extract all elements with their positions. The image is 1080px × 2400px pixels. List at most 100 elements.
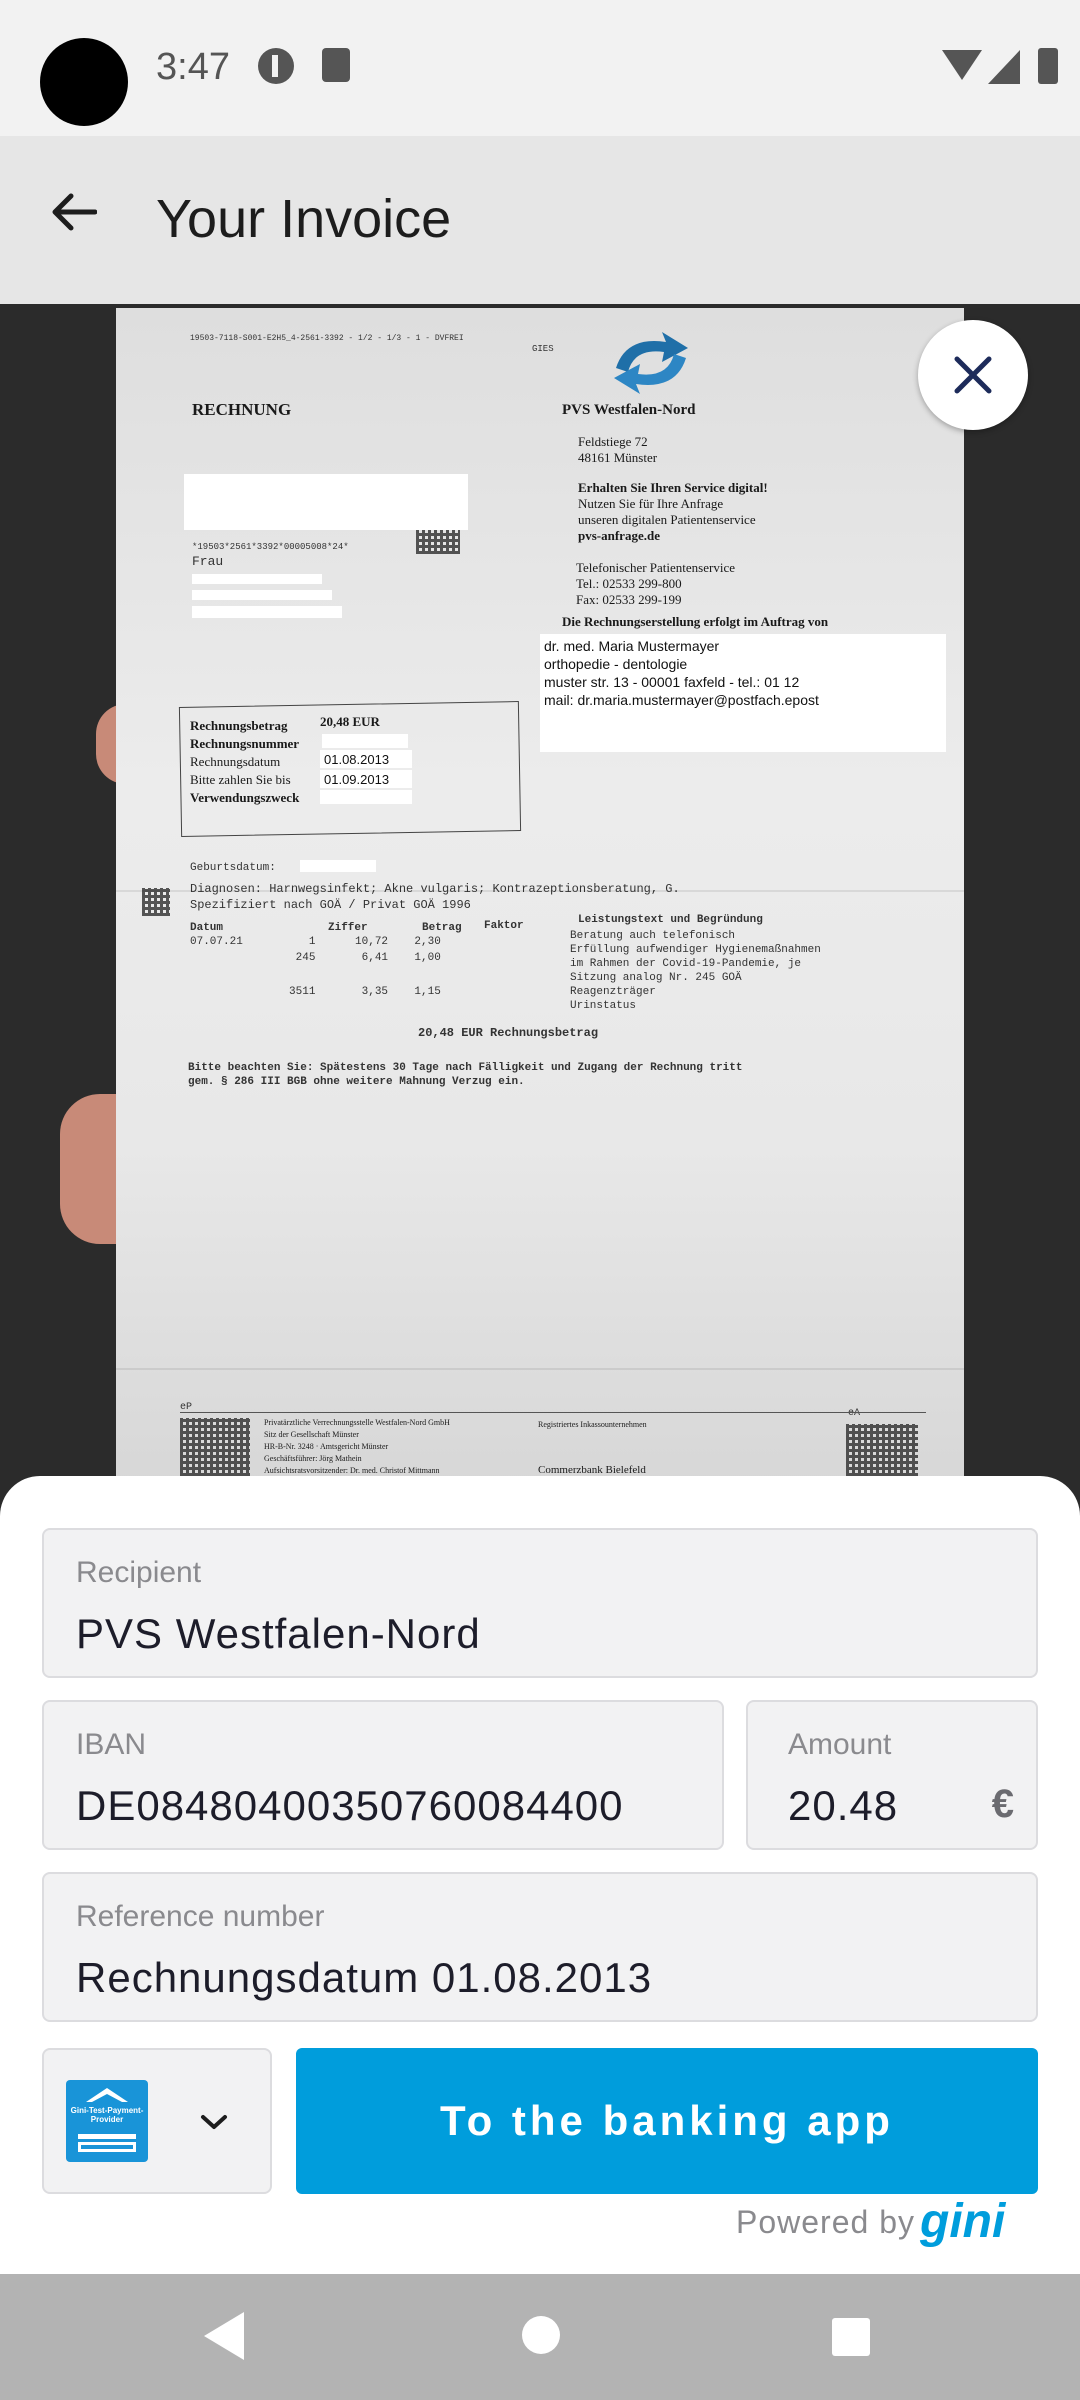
reference-value: Rechnungsdatum 01.08.2013	[76, 1954, 653, 2001]
doc-street: Feldstiege 72	[578, 434, 648, 449]
doc-betrag-label: Rechnungsbetrag	[190, 718, 288, 733]
doc-geburtsdatum: Geburtsdatum:	[190, 862, 276, 874]
amount-field[interactable]: Amount 20.48 €	[746, 1700, 1038, 1850]
doc-row-2: 245 6,41 1,00	[190, 952, 441, 964]
nav-recents-button[interactable]	[832, 2318, 870, 2356]
bank-provider-select[interactable]: Gini-Test-Payment-Provider	[42, 2048, 272, 2194]
amount-value: 20.48	[788, 1782, 899, 1829]
close-icon	[954, 356, 992, 394]
currency-symbol: €	[991, 1782, 1014, 1826]
doc-notice-1: Bitte beachten Sie: Spätestens 30 Tage n…	[188, 1062, 743, 1074]
doc-doctor-name: dr. med. Maria Mustermayer	[544, 638, 720, 654]
invoice-image: 19503-7118-S001-E2H5_4-2561-3392 - 1/2 -…	[116, 308, 964, 1504]
doc-row-3: 3511 3,35 1,15	[190, 986, 441, 998]
doc-leistung-2: Erfüllung aufwendiger Hygienemaßnahmen	[570, 944, 821, 956]
qr-code-icon	[142, 888, 170, 916]
bank-provider-name: Gini-Test-Payment-Provider	[70, 2106, 144, 2124]
redaction-line	[320, 790, 412, 804]
redaction-line	[300, 860, 376, 872]
redaction-address	[184, 474, 468, 530]
doc-footer-ea: eA	[848, 1408, 861, 1419]
doc-leistung-6: Urinstatus	[570, 1000, 637, 1012]
doc-leistung-1: Beratung auch telefonisch	[570, 930, 736, 942]
doc-notice-2: gem. § 286 III BGB ohne weitere Mahnung …	[188, 1076, 525, 1088]
doc-tel: Tel.: 02533 299-800	[576, 576, 682, 591]
chevron-down-icon	[194, 2102, 234, 2142]
arrow-left-icon	[52, 193, 97, 231]
recipient-value: PVS Westfalen-Nord	[76, 1610, 481, 1657]
close-button[interactable]	[918, 320, 1028, 430]
recipient-label: Recipient	[76, 1556, 202, 1589]
nav-back-button[interactable]	[204, 2312, 244, 2360]
status-time: 3:47	[156, 46, 230, 88]
doc-footer-2: Sitz der Gesellschaft Münster	[264, 1430, 359, 1439]
reference-label: Reference number	[76, 1900, 325, 1933]
doc-total: 20,48 EUR Rechnungsbetrag	[418, 1026, 599, 1040]
redaction-line	[322, 734, 408, 748]
doc-fax: Fax: 02533 299-199	[576, 592, 682, 607]
doc-barcode-text: *19503*2561*3392*00005008*24*	[192, 542, 349, 552]
camera-cutout	[40, 38, 128, 126]
doc-service-1: Erhalten Sie Ihren Service digital!	[578, 480, 768, 495]
redaction-line	[192, 574, 322, 584]
page-title: Your Invoice	[156, 189, 452, 249]
powered-by-label: Powered by	[736, 2204, 915, 2240]
footer-divider	[180, 1412, 926, 1413]
doc-leistung-5: Reagenzträger	[570, 986, 656, 998]
doc-spezifiziert: Spezifiziert nach GOÄ / Privat GOÄ 1996	[190, 898, 471, 912]
status-bar: 3:47	[0, 0, 1080, 136]
nav-home-button[interactable]	[522, 2316, 560, 2354]
doc-col-leistung: Leistungstext und Begründung	[578, 914, 763, 926]
doc-footer-1: Privatärztliche Verrechnungsstelle Westf…	[264, 1418, 450, 1427]
doc-bis-label: Bitte zahlen Sie bis	[190, 772, 291, 787]
bank-provider-logo: Gini-Test-Payment-Provider	[66, 2080, 148, 2162]
doc-company: PVS Westfalen-Nord	[562, 402, 696, 418]
payment-sheet: Recipient PVS Westfalen-Nord IBAN DE0848…	[0, 1476, 1080, 2274]
gini-logo: gini	[920, 2195, 1006, 2248]
redaction-line	[192, 606, 342, 618]
iban-label: IBAN	[76, 1728, 147, 1761]
reference-field[interactable]: Reference number Rechnungsdatum 01.08.20…	[42, 1872, 1038, 2022]
doc-datum-value: 01.08.2013	[324, 752, 390, 767]
doc-phone-title: Telefonischer Patientenservice	[576, 560, 735, 575]
doc-auftrag: Die Rechnungserstellung erfolgt im Auftr…	[562, 614, 829, 629]
doc-footer-inkasso: Registriertes Inkassounternehmen	[538, 1420, 647, 1429]
back-button[interactable]	[38, 176, 110, 248]
doc-diagnosen: Diagnosen: Harnwegsinfekt; Akne vulgaris…	[190, 882, 680, 896]
doc-footer-bank: Commerzbank Bielefeld	[538, 1464, 646, 1476]
redaction-line	[192, 590, 332, 600]
doc-doctor-field: orthopedie - dentologie	[544, 656, 688, 672]
doc-header-code: 19503-7118-S001-E2H5_4-2561-3392 - 1/2 -…	[190, 334, 464, 343]
doc-col-faktor: Faktor	[484, 920, 524, 932]
barcode-icon	[416, 530, 460, 554]
doc-bis-value: 01.09.2013	[324, 772, 390, 787]
battery-icon	[1038, 48, 1058, 84]
doc-leistung-3: im Rahmen der Covid-19-Pandemie, je	[570, 958, 802, 970]
iban-value: DE08480400350760084400	[76, 1782, 624, 1829]
wifi-icon	[942, 50, 982, 80]
doc-footer-3: HR-B-Nr. 3248 · Amtsgericht Münster	[264, 1442, 389, 1451]
system-nav-bar	[0, 2274, 1080, 2400]
doc-col-ziffer: Ziffer	[328, 922, 368, 934]
doc-footer-5: Aufsichtsratsvorsitzender: Dr. med. Chri…	[264, 1466, 440, 1475]
invoice-preview[interactable]: 19503-7118-S001-E2H5_4-2561-3392 - 1/2 -…	[0, 304, 1080, 1504]
doc-datum-label: Rechnungsdatum	[190, 754, 281, 769]
to-banking-app-label: To the banking app	[440, 2097, 894, 2144]
app-bar: Your Invoice	[0, 136, 1080, 304]
notification-icon	[258, 48, 294, 84]
to-banking-app-button[interactable]: To the banking app	[296, 2048, 1038, 2194]
doc-doctor-address: muster str. 13 - 00001 faxfeld - tel.: 0…	[544, 674, 800, 690]
doc-gies: GIES	[532, 344, 554, 354]
doc-leistung-4: Sitzung analog Nr. 245 GOÄ	[570, 972, 742, 984]
doc-service-2: Nutzen Sie für Ihre Anfrage	[578, 496, 724, 511]
iban-field[interactable]: IBAN DE08480400350760084400	[42, 1700, 724, 1850]
doc-betrag-value: 20,48 EUR	[320, 714, 380, 729]
doc-nummer-label: Rechnungsnummer	[190, 736, 300, 751]
doc-service-3: unseren digitalen Patientenservice	[578, 512, 756, 527]
doc-service-url: pvs-anfrage.de	[578, 528, 660, 543]
doc-col-datum: Datum	[190, 922, 224, 934]
signal-icon	[988, 50, 1020, 84]
doc-footer-4: Geschäftsführer: Jörg Mathein	[264, 1454, 362, 1463]
doc-city: 48161 Münster	[578, 450, 658, 465]
recipient-field[interactable]: Recipient PVS Westfalen-Nord	[42, 1528, 1038, 1678]
